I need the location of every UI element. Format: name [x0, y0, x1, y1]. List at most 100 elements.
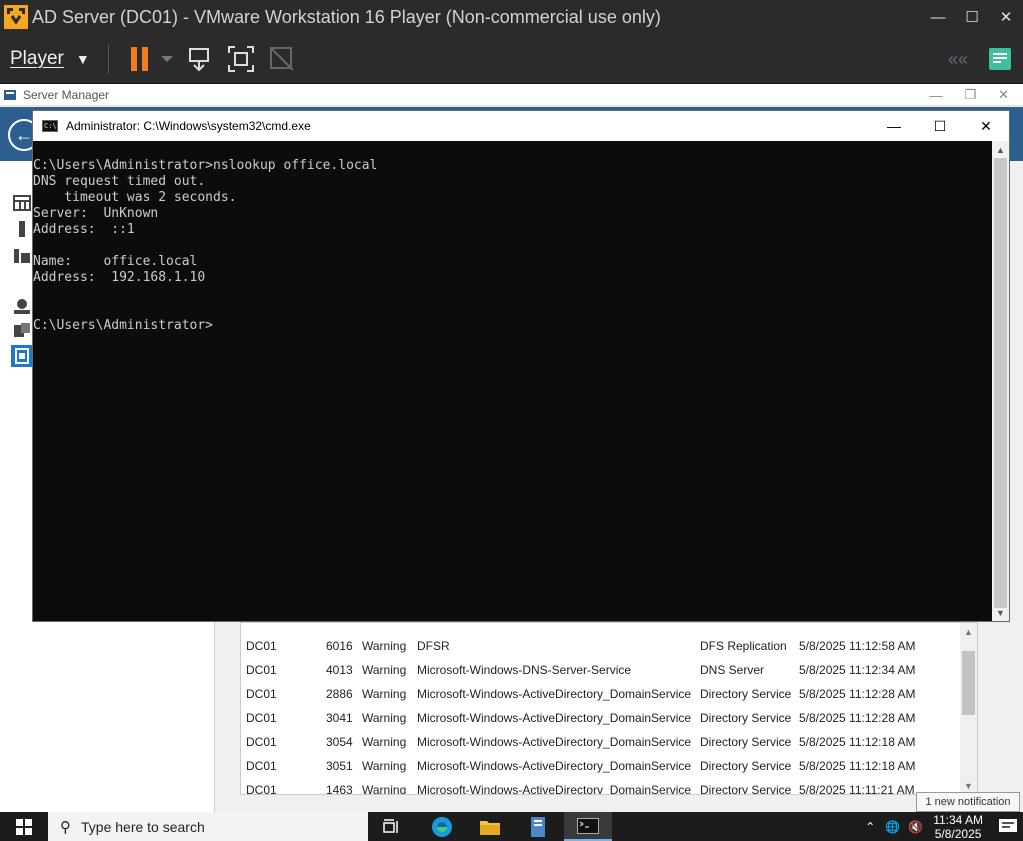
taskbar-search-box[interactable]: ⚲ Type here to search: [48, 812, 368, 841]
event-source-cell: Microsoft-Windows-ActiveDirectory_Domain…: [417, 711, 692, 725]
chevron-down-icon: ▼: [75, 50, 90, 67]
event-severity-cell: Warning: [362, 663, 407, 677]
table-row[interactable]: DC01 4013 Warning Microsoft-Windows-DNS-Ser…: [241, 658, 961, 682]
event-datetime-cell: 5/8/2025 11:12:58 AM: [799, 639, 916, 653]
file-storage-icon[interactable]: [13, 321, 31, 339]
event-datetime-cell: 5/8/2025 11:12:34 AM: [799, 663, 916, 677]
event-category-cell: Directory Service: [700, 711, 792, 725]
player-menu-button[interactable]: Player ▼: [10, 48, 90, 70]
chevron-up-icon[interactable]: ⌃: [865, 820, 875, 834]
event-severity-cell: Warning: [362, 687, 407, 701]
event-category-cell: Directory Service: [700, 735, 792, 749]
sm-restore-button[interactable]: ❐: [964, 87, 976, 103]
cmd-output-line: C:\Users\Administrator>: [33, 318, 214, 333]
fullscreen-icon[interactable]: [224, 42, 258, 76]
vmware-title-bar: AD Server (DC01) - VMware Workstation 16…: [0, 0, 1023, 34]
events-table: DC01 6016 Warning DFSR DFS Replication 5/8/20…: [240, 622, 978, 795]
events-scrollbar[interactable]: ▲ ▼: [960, 623, 977, 794]
vmware-minimize-button[interactable]: —: [921, 0, 955, 34]
event-severity-cell: Warning: [362, 783, 407, 795]
clock[interactable]: 11:34 AM 5/8/2025: [933, 813, 983, 841]
send-ctrl-alt-del-icon[interactable]: [183, 42, 217, 76]
event-category-cell: Directory Service: [700, 759, 792, 773]
cmd-close-button[interactable]: ✕: [963, 111, 1009, 141]
cmd-output-line: timeout was 2 seconds.: [33, 190, 237, 205]
table-row[interactable]: DC01 1463 Warning Microsoft-Windows-ActiveD…: [241, 778, 961, 795]
volume-muted-icon[interactable]: 🔇: [908, 820, 923, 834]
cmd-title-bar: C:\ Administrator: C:\Windows\system32\c…: [33, 111, 1009, 141]
dns-icon[interactable]: [13, 298, 31, 316]
clock-time: 11:34 AM: [933, 812, 983, 827]
event-server-cell: DC01: [246, 759, 277, 773]
file-explorer-icon[interactable]: [466, 812, 514, 841]
local-server-icon[interactable]: [13, 220, 31, 238]
scroll-up-icon[interactable]: ▲: [992, 141, 1009, 158]
event-severity-cell: Warning: [362, 759, 407, 773]
sm-minimize-button[interactable]: —: [929, 88, 942, 103]
event-id-cell: 2886: [326, 687, 353, 701]
event-category-cell: DFS Replication: [700, 639, 787, 653]
event-server-cell: DC01: [246, 687, 277, 701]
event-category-cell: Directory Service: [700, 687, 792, 701]
ad-ds-nav-selected[interactable]: [11, 345, 33, 367]
table-row[interactable]: DC01 3041 Warning Microsoft-Windows-ActiveD…: [241, 706, 961, 730]
event-source-cell: Microsoft-Windows-ActiveDirectory_Domain…: [417, 735, 692, 749]
all-servers-icon[interactable]: [13, 246, 31, 264]
event-server-cell: DC01: [246, 783, 277, 795]
cmd-console[interactable]: C:\Users\Administrator>nslookup office.l…: [33, 141, 993, 621]
event-server-cell: DC01: [246, 639, 277, 653]
system-tray: ⌃ 🌐 🔇 11:34 AM 5/8/2025: [865, 812, 1023, 841]
event-server-cell: DC01: [246, 711, 277, 725]
cmd-window: C:\ Administrator: C:\Windows\system32\c…: [32, 110, 1010, 622]
event-source-cell: Microsoft-Windows-ActiveDirectory_Domain…: [417, 687, 692, 701]
toolbar-divider: [107, 43, 109, 74]
ad-ds-icon: [15, 348, 29, 364]
cmd-output-line: DNS request timed out.: [33, 174, 206, 189]
network-icon[interactable]: 🌐: [885, 820, 900, 834]
search-icon: ⚲: [60, 818, 71, 836]
scroll-up-icon[interactable]: ▲: [960, 623, 977, 640]
cmd-output-line: [33, 286, 993, 302]
table-row[interactable]: DC01 3054 Warning Microsoft-Windows-ActiveD…: [241, 730, 961, 754]
vmware-window-title: AD Server (DC01) - VMware Workstation 16…: [32, 6, 661, 27]
pause-dropdown-icon[interactable]: [158, 42, 176, 76]
event-severity-cell: Warning: [362, 639, 407, 653]
event-datetime-cell: 5/8/2025 11:12:18 AM: [799, 735, 916, 749]
cmd-output-line: [33, 238, 993, 254]
cmd-output-line: [33, 302, 993, 318]
events-scroll-thumb[interactable]: [962, 651, 975, 715]
server-manager-taskbar-icon[interactable]: [514, 812, 562, 841]
event-id-cell: 3054: [326, 735, 353, 749]
server-manager-title: Server Manager: [23, 87, 110, 102]
event-datetime-cell: 5/8/2025 11:11:21 AM: [799, 783, 915, 795]
server-manager-icon: [4, 89, 16, 100]
cmd-scrollbar[interactable]: ▲ ▼: [992, 141, 1009, 621]
table-row[interactable]: DC01 3051 Warning Microsoft-Windows-ActiveD…: [241, 754, 961, 778]
dashboard-icon[interactable]: [13, 194, 31, 212]
pause-icon[interactable]: [123, 42, 157, 76]
unity-icon[interactable]: [265, 42, 299, 76]
cmd-maximize-button[interactable]: ☐: [917, 111, 963, 141]
table-row[interactable]: DC01 2886 Warning Microsoft-Windows-ActiveD…: [241, 682, 961, 706]
scroll-down-icon[interactable]: ▼: [992, 604, 1009, 621]
search-placeholder: Type here to search: [81, 818, 205, 835]
server-manager-title-bar: Server Manager — ❐ ✕: [0, 84, 1023, 106]
vmware-close-button[interactable]: ✕: [989, 0, 1023, 34]
vmware-maximize-button[interactable]: ☐: [955, 0, 989, 34]
edge-icon[interactable]: [418, 812, 466, 841]
windows-start-icon[interactable]: [0, 812, 48, 841]
event-server-cell: DC01: [246, 735, 277, 749]
sm-close-button[interactable]: ✕: [998, 87, 1009, 103]
notes-icon[interactable]: [983, 42, 1017, 76]
taskbar: ⚲ Type here to search ⌃ 🌐 🔇 11:34 AM 5/8…: [0, 812, 1023, 841]
cmd-taskbar-icon[interactable]: [564, 812, 612, 841]
notification-center-icon[interactable]: [993, 812, 1023, 841]
table-row[interactable]: DC01 6016 Warning DFSR DFS Replication 5/8/20…: [241, 634, 961, 658]
back-arrows-icon[interactable]: ««: [941, 42, 975, 76]
vmware-logo-icon: [2, 3, 30, 31]
event-id-cell: 1463: [326, 783, 353, 795]
cmd-icon: C:\: [42, 120, 58, 132]
cmd-minimize-button[interactable]: —: [871, 111, 917, 141]
task-view-icon[interactable]: [368, 812, 416, 841]
cmd-scroll-thumb[interactable]: [994, 158, 1007, 608]
